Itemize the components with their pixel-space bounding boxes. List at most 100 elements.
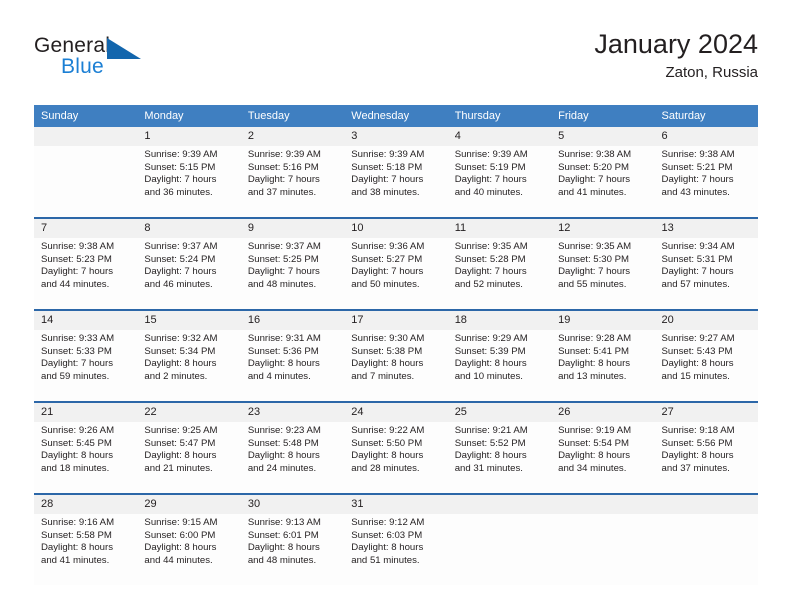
day-daylight-1-text: Daylight: 7 hours xyxy=(41,266,113,278)
page-title: January 2024 xyxy=(594,29,758,59)
day-sunset-text: Sunset: 5:45 PM xyxy=(41,437,112,449)
day-daylight-2-text: and 44 minutes. xyxy=(41,278,110,290)
day-daylight-1-text: Daylight: 8 hours xyxy=(454,450,527,462)
weekday-header-friday: Friday xyxy=(551,105,655,127)
day-daylight-2-text: and 59 minutes. xyxy=(41,370,110,382)
day-sunrise-text: Sunrise: 9:15 AM xyxy=(144,517,218,528)
weekday-header-tuesday: Tuesday xyxy=(240,105,345,127)
day-daylight-1-text: Daylight: 8 hours xyxy=(351,542,424,554)
day-number-cell[interactable]: 18 xyxy=(447,309,552,330)
day-detail-cell: Sunrise: 9:26 AM Sunset: 5:45 PM Daylight:… xyxy=(34,422,138,494)
day-sunset-text: Sunset: 5:52 PM xyxy=(454,437,526,449)
day-sunrise-text: Sunrise: 9:18 AM xyxy=(661,425,735,436)
day-number-cell[interactable]: 30 xyxy=(240,493,345,514)
day-number-cell[interactable]: 25 xyxy=(447,401,552,422)
day-number-cell[interactable]: 23 xyxy=(240,401,345,422)
day-detail-cell: Sunrise: 9:39 AM Sunset: 5:15 PM Daylight:… xyxy=(137,146,241,218)
day-number-cell[interactable]: 10 xyxy=(344,217,448,238)
day-number-cell[interactable]: 19 xyxy=(551,309,655,330)
day-sunset-text: Sunset: 5:58 PM xyxy=(41,529,112,541)
day-detail-cell: Sunrise: 9:29 AM Sunset: 5:39 PM Daylight:… xyxy=(447,330,552,402)
day-number-cell[interactable]: 5 xyxy=(551,127,655,146)
day-number-cell[interactable]: 3 xyxy=(344,127,448,146)
day-number-cell[interactable]: 21 xyxy=(34,401,138,422)
day-sunrise-text: Sunrise: 9:38 AM xyxy=(558,149,632,160)
day-number-cell[interactable]: 17 xyxy=(344,309,448,330)
day-number-cell[interactable]: 22 xyxy=(137,401,241,422)
day-sunset-text: Sunset: 5:19 PM xyxy=(454,161,526,173)
day-sunset-text: Sunset: 5:54 PM xyxy=(558,437,630,449)
empty-day-number-cell xyxy=(447,493,552,514)
week-daynumber-row: 14 15 16 17 18 19 20 xyxy=(34,309,758,330)
day-number-cell[interactable]: 24 xyxy=(344,401,448,422)
day-number-cell[interactable]: 14 xyxy=(34,309,138,330)
week-daynumber-row: 28 29 30 31 xyxy=(34,493,758,514)
day-daylight-2-text: and 2 minutes. xyxy=(144,370,208,382)
day-number-cell[interactable]: 28 xyxy=(34,493,138,514)
day-sunrise-text: Sunrise: 9:19 AM xyxy=(558,425,632,436)
day-sunrise-text: Sunrise: 9:36 AM xyxy=(351,241,425,252)
day-number-cell[interactable]: 12 xyxy=(551,217,655,238)
day-number-cell[interactable]: 9 xyxy=(240,217,345,238)
day-number-cell[interactable]: 6 xyxy=(654,127,758,146)
week-detail-row: Sunrise: 9:39 AM Sunset: 5:15 PM Daylight:… xyxy=(34,146,758,218)
day-sunrise-text: Sunrise: 9:23 AM xyxy=(247,425,321,436)
day-daylight-1-text: Daylight: 7 hours xyxy=(351,266,424,278)
day-sunset-text: Sunset: 6:01 PM xyxy=(247,529,319,541)
day-daylight-2-text: and 38 minutes. xyxy=(351,186,420,198)
day-detail-cell: Sunrise: 9:15 AM Sunset: 6:00 PM Daylight:… xyxy=(137,514,241,585)
day-sunset-text: Sunset: 5:16 PM xyxy=(247,161,319,173)
day-sunset-text: Sunset: 5:24 PM xyxy=(144,253,216,265)
day-daylight-2-text: and 10 minutes. xyxy=(454,370,523,382)
empty-day-number-cell xyxy=(551,493,655,514)
brand-logo[interactable]: General Blue xyxy=(34,34,214,90)
weekday-header-thursday: Thursday xyxy=(447,105,552,127)
day-daylight-2-text: and 18 minutes. xyxy=(41,462,110,474)
day-number-cell[interactable]: 4 xyxy=(447,127,552,146)
day-daylight-2-text: and 48 minutes. xyxy=(247,278,317,290)
day-sunset-text: Sunset: 5:25 PM xyxy=(247,253,319,265)
day-number-cell[interactable]: 2 xyxy=(240,127,345,146)
day-number-cell[interactable]: 8 xyxy=(137,217,241,238)
day-daylight-1-text: Daylight: 7 hours xyxy=(144,266,217,278)
day-number-cell[interactable]: 7 xyxy=(34,217,138,238)
day-number-cell[interactable]: 29 xyxy=(137,493,241,514)
day-sunset-text: Sunset: 5:23 PM xyxy=(41,253,112,265)
day-sunset-text: Sunset: 6:00 PM xyxy=(144,529,216,541)
day-sunrise-text: Sunrise: 9:27 AM xyxy=(661,333,735,344)
day-daylight-2-text: and 34 minutes. xyxy=(558,462,627,474)
day-sunrise-text: Sunrise: 9:29 AM xyxy=(454,333,528,344)
day-number-cell[interactable]: 27 xyxy=(654,401,758,422)
weekday-header-wednesday: Wednesday xyxy=(344,105,448,127)
day-sunset-text: Sunset: 5:48 PM xyxy=(247,437,319,449)
day-daylight-2-text: and 44 minutes. xyxy=(144,554,213,566)
day-sunset-text: Sunset: 5:30 PM xyxy=(558,253,630,265)
day-number-cell[interactable]: 13 xyxy=(654,217,758,238)
day-detail-cell: Sunrise: 9:38 AM Sunset: 5:20 PM Daylight:… xyxy=(551,146,655,218)
day-daylight-1-text: Daylight: 7 hours xyxy=(351,174,424,186)
day-number-cell[interactable]: 26 xyxy=(551,401,655,422)
day-daylight-2-text: and 52 minutes. xyxy=(454,278,523,290)
day-sunset-text: Sunset: 5:20 PM xyxy=(558,161,630,173)
day-sunrise-text: Sunrise: 9:39 AM xyxy=(144,149,218,160)
day-number-cell[interactable]: 11 xyxy=(447,217,552,238)
day-detail-cell: Sunrise: 9:37 AM Sunset: 5:25 PM Daylight:… xyxy=(240,238,345,310)
day-number-cell[interactable]: 15 xyxy=(137,309,241,330)
day-sunset-text: Sunset: 5:36 PM xyxy=(247,345,319,357)
day-daylight-1-text: Daylight: 7 hours xyxy=(454,266,527,278)
day-number-cell[interactable]: 16 xyxy=(240,309,345,330)
calendar-table: Sunday Monday Tuesday Wednesday Thursday… xyxy=(34,105,758,585)
day-daylight-2-text: and 4 minutes. xyxy=(247,370,311,382)
brand-name-blue: Blue xyxy=(61,55,104,78)
day-sunrise-text: Sunrise: 9:13 AM xyxy=(247,517,321,528)
day-daylight-1-text: Daylight: 8 hours xyxy=(144,358,217,370)
day-detail-cell: Sunrise: 9:22 AM Sunset: 5:50 PM Daylight:… xyxy=(344,422,448,494)
day-number-cell[interactable]: 1 xyxy=(137,127,241,146)
day-sunset-text: Sunset: 5:50 PM xyxy=(351,437,423,449)
day-sunset-text: Sunset: 5:21 PM xyxy=(661,161,733,173)
day-number-cell[interactable]: 20 xyxy=(654,309,758,330)
day-sunset-text: Sunset: 5:38 PM xyxy=(351,345,423,357)
day-daylight-1-text: Daylight: 8 hours xyxy=(351,450,424,462)
day-sunset-text: Sunset: 5:31 PM xyxy=(661,253,733,265)
day-number-cell[interactable]: 31 xyxy=(344,493,448,514)
